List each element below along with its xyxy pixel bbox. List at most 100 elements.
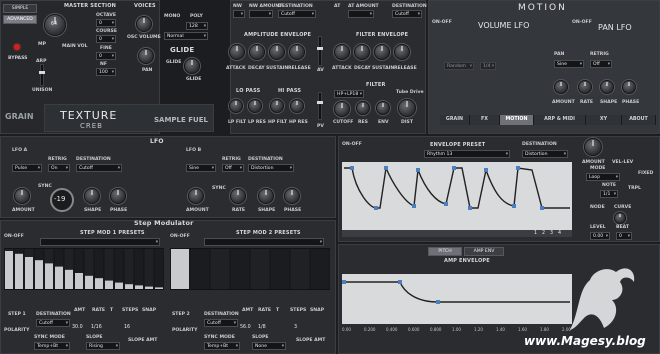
env-beat-value[interactable]: 0	[616, 232, 632, 240]
step2-steps-value[interactable]: 3	[294, 325, 297, 330]
vol-lfo-sync-select[interactable]: 1/4	[480, 62, 496, 70]
at-amount-select[interactable]	[348, 10, 374, 18]
tab-fx[interactable]: FX	[470, 115, 500, 125]
lfo-b-rate-knob[interactable]	[230, 188, 246, 204]
lp-res-knob[interactable]	[248, 99, 262, 113]
flt-sustain-knob[interactable]	[374, 44, 390, 60]
pan-lfo-retrig-select[interactable]: Off	[590, 60, 612, 68]
lfo-a-destination-select[interactable]: Cutoff	[76, 164, 122, 172]
pitch-tab[interactable]: PITCH	[428, 247, 462, 256]
step-cell[interactable]	[250, 249, 270, 289]
dist-knob[interactable]	[398, 99, 416, 117]
tab-motion[interactable]: MOTION	[500, 115, 534, 125]
step-bar[interactable]	[15, 253, 23, 289]
env-note-select[interactable]: 1/1	[600, 190, 618, 198]
step2-amt-value[interactable]: 56.0	[240, 325, 251, 330]
cutoff-knob[interactable]	[334, 101, 350, 117]
step1-sync-mode-select[interactable]: Temp+Bt	[34, 342, 70, 350]
lfo-b-shape-knob[interactable]	[258, 188, 274, 204]
step-cell[interactable]	[310, 249, 330, 289]
step2-sync-mode-select[interactable]: Temp+Bt	[204, 342, 240, 350]
nw-destination-select[interactable]: Cutoff	[278, 10, 316, 18]
step-cell[interactable]	[124, 249, 134, 289]
step-cell[interactable]	[210, 249, 230, 289]
fine-select[interactable]: 0	[96, 52, 116, 60]
nf-select[interactable]: 100	[96, 68, 116, 76]
step-cell[interactable]	[154, 249, 164, 289]
env-page-1[interactable]: 1	[534, 231, 537, 236]
pan-lfo-phase-knob[interactable]	[622, 80, 636, 94]
flt-decay-knob[interactable]	[354, 44, 370, 60]
osc-volume-knob[interactable]	[136, 16, 152, 32]
envelope-preset-select[interactable]: Rhythm 13	[424, 150, 510, 158]
lfo-b-destination-select[interactable]: Distortion	[248, 164, 294, 172]
amp-envelope-graph[interactable]	[342, 274, 572, 324]
amp-env-tab[interactable]: AMP ENV	[464, 247, 504, 256]
step-cell[interactable]	[134, 249, 144, 289]
poly-select[interactable]: 128	[186, 22, 208, 30]
av-fader[interactable]	[317, 36, 323, 66]
step-bar[interactable]	[105, 280, 113, 289]
vol-lfo-wave-select[interactable]: Random	[444, 62, 474, 70]
env-page-4[interactable]: 4	[558, 231, 561, 236]
pan-knob[interactable]	[138, 48, 154, 64]
step2-grid[interactable]	[170, 248, 330, 290]
amp-release-knob[interactable]	[289, 44, 305, 60]
env-amount-knob[interactable]	[584, 138, 602, 156]
step2-destination-select[interactable]: Cutoff	[204, 319, 238, 327]
step-cell[interactable]	[290, 249, 310, 289]
step-bar[interactable]	[171, 249, 189, 289]
pan-lfo-wave-select[interactable]: Sine	[554, 60, 584, 68]
step-bar[interactable]	[145, 286, 153, 289]
lp-filt-knob[interactable]	[229, 99, 243, 113]
unison-fader[interactable]	[39, 64, 45, 86]
step-bar[interactable]	[45, 263, 53, 289]
course-select[interactable]: 0	[96, 35, 116, 43]
step-bar[interactable]	[125, 284, 133, 289]
pan-lfo-rate-knob[interactable]	[578, 80, 592, 94]
res-knob[interactable]	[356, 101, 370, 115]
step-bar[interactable]	[55, 266, 63, 289]
step-bar[interactable]	[85, 275, 93, 289]
amp-decay-knob[interactable]	[249, 44, 265, 60]
tab-grain[interactable]: GRAIN	[440, 115, 470, 125]
bypass-led[interactable]	[14, 44, 20, 50]
env-page-2[interactable]: 2	[542, 231, 545, 236]
pan-lfo-amount-knob[interactable]	[554, 80, 568, 94]
env-knob[interactable]	[376, 101, 390, 115]
env-level-value[interactable]: 0.00	[590, 232, 610, 240]
lfo-b-retrig-select[interactable]: Off	[222, 164, 244, 172]
flt-release-knob[interactable]	[394, 44, 410, 60]
step-bar[interactable]	[35, 260, 43, 289]
step-cell[interactable]	[270, 249, 290, 289]
step1-rate-value[interactable]: 1/16	[91, 325, 102, 330]
env-page-3[interactable]: 3	[550, 231, 553, 236]
filter-type-select[interactable]: HP+LP18	[334, 90, 364, 98]
hp-filt-knob[interactable]	[270, 99, 284, 113]
step-bar[interactable]	[95, 278, 103, 289]
step-bar[interactable]	[25, 257, 33, 289]
step-bar[interactable]	[65, 269, 73, 289]
lfo-b-wave-select[interactable]: Sine	[186, 164, 216, 172]
flt-attack-knob[interactable]	[334, 44, 350, 60]
nw-select[interactable]	[233, 10, 245, 18]
step-cell[interactable]	[230, 249, 250, 289]
step2-rate-value[interactable]: 1/8	[258, 325, 266, 330]
voice-mode-select[interactable]: Normal	[164, 32, 208, 40]
lfo-a-phase-knob[interactable]	[110, 188, 126, 204]
lfo-b-phase-knob[interactable]	[284, 188, 300, 204]
hp-res-knob[interactable]	[290, 99, 304, 113]
nw-amount-select[interactable]	[249, 10, 273, 18]
step1-destination-select[interactable]: Cutoff	[36, 319, 70, 327]
lfo-b-amount-knob[interactable]	[188, 188, 204, 204]
tab-about[interactable]: ABOUT	[622, 115, 656, 125]
step-bar[interactable]	[135, 285, 143, 289]
step-bar[interactable]	[155, 287, 163, 289]
amp-sustain-knob[interactable]	[269, 44, 285, 60]
tab-xy[interactable]: XY	[586, 115, 622, 125]
simple-button[interactable]: SIMPLE	[3, 4, 37, 13]
step1-amt-value[interactable]: 30.0	[72, 325, 83, 330]
pan-lfo-shape-knob[interactable]	[600, 80, 614, 94]
glide-knob[interactable]	[184, 58, 200, 74]
amp-attack-knob[interactable]	[229, 44, 245, 60]
